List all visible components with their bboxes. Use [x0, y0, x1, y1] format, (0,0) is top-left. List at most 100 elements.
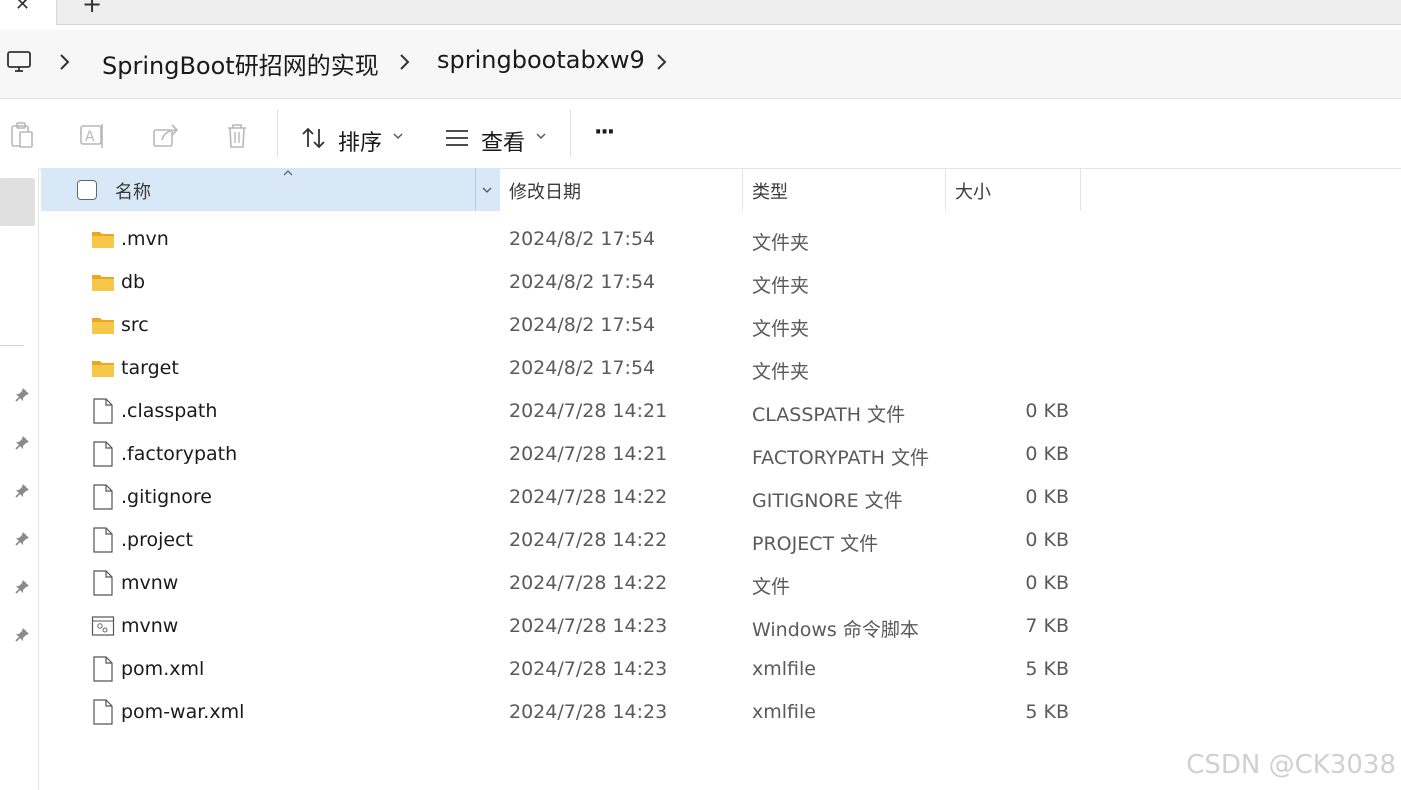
file-size: 5 KB: [1025, 658, 1069, 680]
pin-icon[interactable]: [13, 434, 31, 452]
file-name[interactable]: .factorypath: [121, 443, 237, 465]
view-button[interactable]: 查看: [481, 125, 525, 157]
close-tab-icon[interactable]: ✕: [15, 0, 30, 15]
chevron-right-icon[interactable]: [398, 52, 412, 72]
sort-ascending-icon: [283, 170, 293, 176]
pin-icon[interactable]: [13, 578, 31, 596]
chevron-down-icon[interactable]: [392, 132, 404, 140]
tab-area: [56, 0, 1401, 25]
file-name[interactable]: .project: [121, 529, 193, 551]
file-name[interactable]: pom-war.xml: [121, 701, 244, 723]
file-size: 5 KB: [1025, 701, 1069, 723]
file-icon: [93, 570, 113, 596]
view-icon[interactable]: [444, 128, 470, 148]
column-header-type[interactable]: 类型: [752, 178, 788, 204]
pin-icon[interactable]: [13, 482, 31, 500]
file-modified-date: 2024/7/28 14:23: [509, 658, 668, 680]
toolbar-divider: [570, 110, 571, 158]
file-type: 文件夹: [752, 232, 810, 254]
file-name[interactable]: mvnw: [121, 615, 178, 637]
toolbar-divider: [277, 110, 278, 158]
file-name[interactable]: .mvn: [121, 228, 169, 250]
file-icon: [93, 398, 113, 424]
svg-text:A: A: [85, 129, 95, 145]
file-modified-date: 2024/7/28 14:22: [509, 572, 668, 594]
breadcrumb-item-project[interactable]: SpringBoot研招网的实现: [102, 46, 379, 81]
file-type: 文件夹: [752, 361, 810, 383]
file-name[interactable]: db: [121, 271, 145, 293]
file-name[interactable]: src: [121, 314, 149, 336]
rename-icon[interactable]: A: [77, 120, 109, 152]
delete-icon[interactable]: [221, 120, 253, 152]
file-name[interactable]: .classpath: [121, 400, 217, 422]
file-name[interactable]: pom.xml: [121, 658, 204, 680]
command-bar: [0, 99, 1401, 169]
folder-icon: [92, 275, 114, 291]
chevron-down-icon[interactable]: [481, 186, 493, 194]
file-type: xmlfile: [752, 701, 816, 723]
file-type: FACTORYPATH 文件: [752, 447, 929, 469]
chevron-right-icon[interactable]: [655, 52, 669, 72]
file-size: 7 KB: [1025, 615, 1069, 637]
breadcrumb-item-folder[interactable]: springbootabxw9: [437, 46, 645, 74]
nav-item-selected[interactable]: [0, 178, 35, 226]
column-header-size[interactable]: 大小: [955, 178, 991, 204]
watermark: CSDN @CK3038: [1186, 750, 1396, 780]
file-modified-date: 2024/8/2 17:54: [509, 271, 656, 293]
sort-button[interactable]: 排序: [338, 125, 382, 157]
file-modified-date: 2024/7/28 14:23: [509, 615, 668, 637]
file-icon: [93, 441, 113, 467]
folder-icon: [92, 318, 114, 334]
file-type: GITIGNORE 文件: [752, 490, 903, 512]
column-header-name[interactable]: [41, 168, 500, 211]
file-size: 0 KB: [1025, 529, 1069, 551]
script-file-icon: [91, 616, 115, 636]
folder-icon: [92, 232, 114, 248]
file-type: Windows 命令脚本: [752, 619, 919, 641]
sort-icon[interactable]: [300, 125, 328, 151]
file-type: 文件夹: [752, 275, 810, 297]
file-size: 0 KB: [1025, 400, 1069, 422]
pin-icon[interactable]: [13, 386, 31, 404]
chevron-right-icon[interactable]: [58, 52, 72, 72]
file-size: 0 KB: [1025, 486, 1069, 508]
file-name[interactable]: .gitignore: [121, 486, 212, 508]
column-divider[interactable]: [475, 168, 476, 211]
file-icon: [93, 484, 113, 510]
file-type: 文件夹: [752, 318, 810, 340]
file-name[interactable]: mvnw: [121, 572, 178, 594]
file-modified-date: 2024/8/2 17:54: [509, 314, 656, 336]
pin-icon[interactable]: [13, 626, 31, 644]
column-divider[interactable]: [945, 168, 946, 211]
navigation-pane: [0, 168, 39, 790]
chevron-down-icon[interactable]: [535, 132, 547, 140]
nav-divider: [0, 345, 24, 346]
file-modified-date: 2024/7/28 14:22: [509, 529, 668, 551]
file-type: 文件: [752, 576, 791, 598]
file-size: 0 KB: [1025, 443, 1069, 465]
column-divider[interactable]: [1080, 168, 1081, 211]
new-tab-icon[interactable]: +: [82, 0, 102, 18]
paste-icon[interactable]: [6, 120, 38, 152]
file-modified-date: 2024/8/2 17:54: [509, 357, 656, 379]
file-type: xmlfile: [752, 658, 816, 680]
file-modified-date: 2024/7/28 14:22: [509, 486, 668, 508]
this-pc-icon[interactable]: [6, 50, 32, 74]
pin-icon[interactable]: [13, 530, 31, 548]
share-icon[interactable]: [150, 120, 182, 152]
column-header-name-label: 名称: [115, 182, 151, 203]
file-icon: [93, 656, 113, 682]
file-size: 0 KB: [1025, 572, 1069, 594]
more-options-button[interactable]: ···: [594, 120, 615, 145]
select-all-checkbox[interactable]: [77, 180, 97, 200]
file-type: CLASSPATH 文件: [752, 404, 906, 426]
column-divider[interactable]: [742, 168, 743, 211]
file-modified-date: 2024/7/28 14:23: [509, 701, 668, 723]
folder-icon: [92, 361, 114, 377]
file-modified-date: 2024/7/28 14:21: [509, 400, 668, 422]
file-icon: [93, 699, 113, 725]
file-name[interactable]: target: [121, 357, 179, 379]
file-type: PROJECT 文件: [752, 533, 879, 555]
file-modified-date: 2024/7/28 14:21: [509, 443, 668, 465]
column-header-date[interactable]: 修改日期: [509, 178, 581, 204]
